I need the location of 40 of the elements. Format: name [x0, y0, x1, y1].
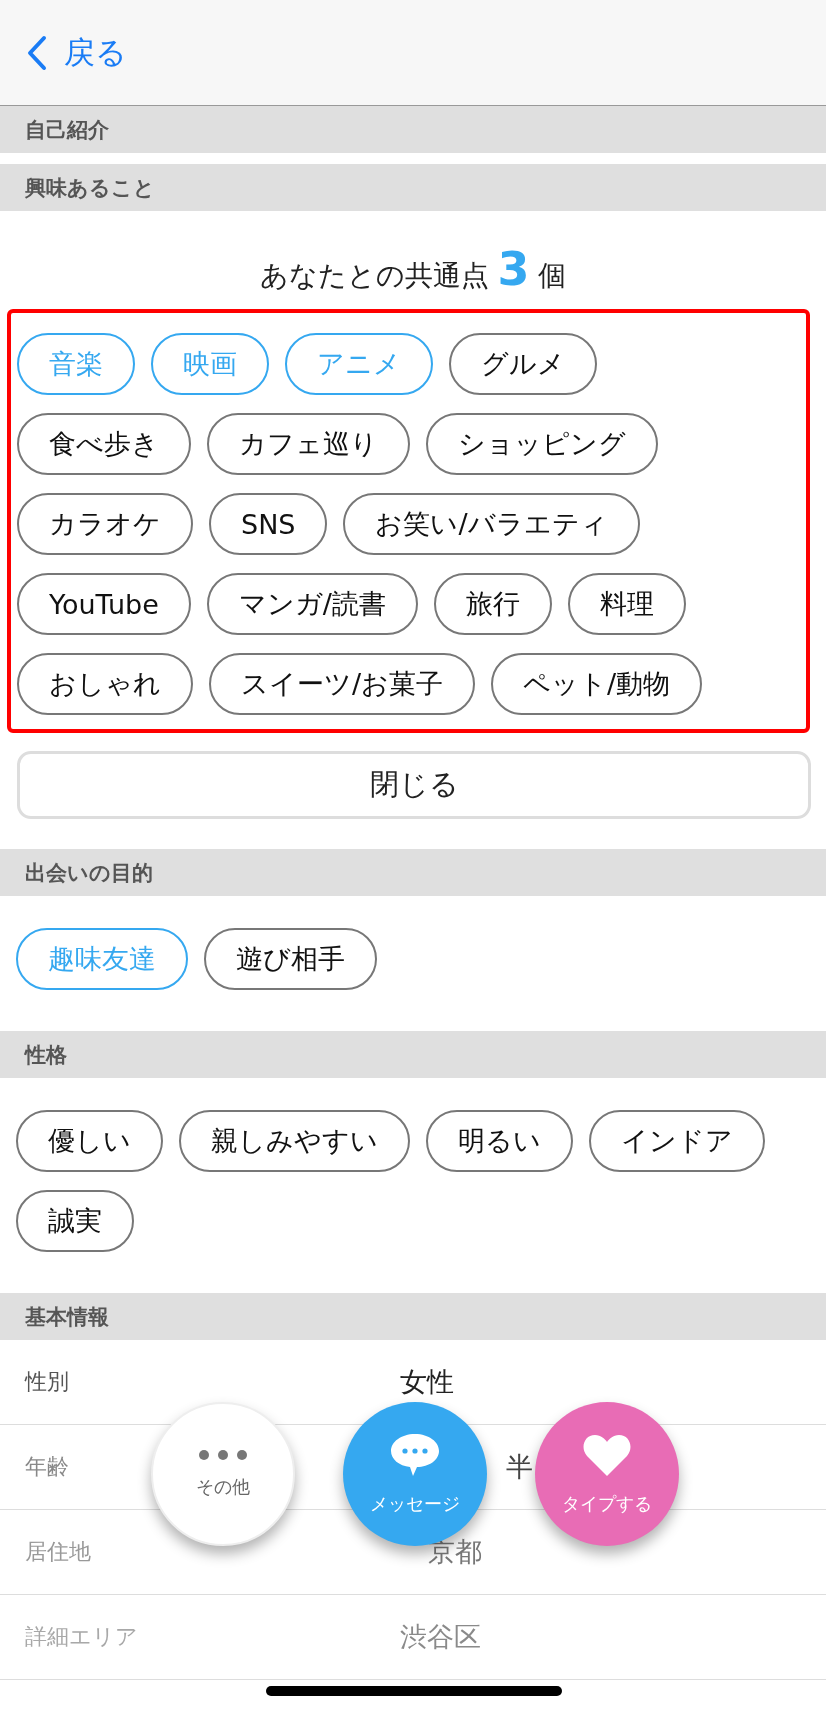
tag[interactable]: 優しい: [16, 1110, 163, 1172]
section-header: 性格: [0, 1031, 826, 1078]
common-count-text: あなたとの共通点 3 個: [258, 241, 568, 297]
info-value: 女性: [400, 1365, 454, 1399]
heart-icon: [582, 1432, 632, 1478]
tag[interactable]: 親しみやすい: [179, 1110, 410, 1172]
info-label: 居住地: [25, 1538, 91, 1566]
dots-icon: [198, 1449, 248, 1461]
section-header: 自己紹介: [0, 106, 826, 153]
interest-tag[interactable]: ショッピング: [426, 413, 658, 475]
interest-tag[interactable]: 食べ歩き: [17, 413, 191, 475]
back-button[interactable]: 戻る: [26, 31, 127, 74]
speech-bubble-icon: [389, 1432, 441, 1478]
interest-tag[interactable]: 料理: [567, 573, 686, 635]
action-button[interactable]: その他: [151, 1402, 295, 1546]
info-label: 詳細エリア: [25, 1623, 138, 1651]
interest-tag[interactable]: カフェ巡り: [207, 413, 410, 475]
interest-tag[interactable]: お笑い/バラエティ: [343, 493, 640, 555]
tag[interactable]: 誠実: [16, 1190, 134, 1252]
interest-tag[interactable]: マンガ/読書: [206, 573, 418, 635]
interest-tag[interactable]: 旅行: [433, 573, 552, 635]
chevron-left-icon: [26, 34, 48, 71]
tag[interactable]: インドア: [589, 1110, 765, 1172]
tag[interactable]: 遊び相手: [204, 928, 377, 990]
interest-tag[interactable]: グルメ: [449, 333, 597, 395]
tag[interactable]: 明るい: [426, 1110, 573, 1172]
interest-tag[interactable]: SNS: [209, 493, 328, 555]
interest-tag[interactable]: スイーツ/お菓子: [209, 653, 476, 715]
info-value: 渋谷区: [400, 1620, 481, 1654]
section-header: 出会いの目的: [0, 849, 826, 896]
info-label: 年齢: [25, 1453, 69, 1481]
section-header: 興味あること: [0, 164, 826, 211]
section-header: 基本情報: [0, 1293, 826, 1340]
interest-tag[interactable]: カラオケ: [17, 493, 193, 555]
info-label: 性別: [25, 1368, 69, 1396]
interest-tag[interactable]: ペット/動物: [491, 653, 703, 715]
interest-tag[interactable]: YouTube: [17, 573, 191, 635]
close-button[interactable]: 閉じる: [17, 751, 811, 819]
info-value: 半: [506, 1450, 533, 1484]
interest-tag[interactable]: おしゃれ: [17, 653, 193, 715]
